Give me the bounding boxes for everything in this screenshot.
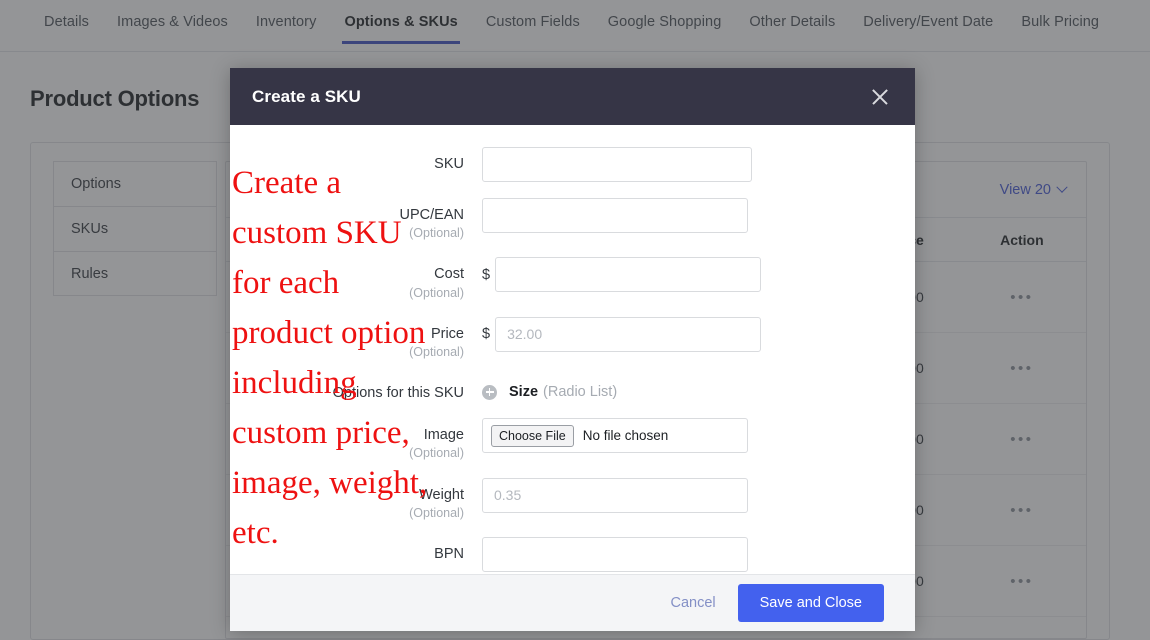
field-label-image: Image (Optional): [230, 418, 482, 461]
field-label-cost: Cost (Optional): [230, 257, 482, 300]
cancel-button[interactable]: Cancel: [670, 595, 715, 611]
bpn-input[interactable]: [482, 537, 748, 572]
label-text: Weight: [419, 486, 464, 503]
label-text: Price: [430, 325, 464, 342]
currency-symbol-icon: $: [482, 326, 491, 343]
close-icon[interactable]: [867, 84, 893, 110]
field-control-options-for-sku: Size (Radio List): [482, 376, 893, 401]
option-name: Size: [509, 384, 539, 401]
field-row-upc: UPC/EAN (Optional): [230, 198, 915, 241]
field-label-options-for-sku: Options for this SKU: [230, 376, 482, 402]
option-type: (Radio List): [543, 384, 618, 401]
label-optional: (Optional): [409, 505, 464, 520]
label-optional: (Optional): [409, 285, 464, 300]
upc-ean-input[interactable]: [482, 198, 748, 233]
label-optional: (Optional): [409, 226, 464, 241]
label-optional: (Optional): [409, 446, 464, 461]
field-control-upc: [482, 198, 893, 233]
save-and-close-button[interactable]: Save and Close: [737, 584, 884, 622]
label-text: SKU: [434, 156, 464, 172]
field-row-weight: Weight (Optional): [230, 477, 915, 521]
field-label-bpn: BPN: [230, 537, 482, 563]
label-text: Cost: [434, 266, 464, 283]
field-control-image: Choose File No file chosen: [482, 418, 893, 454]
field-control-sku: [482, 147, 893, 182]
field-row-cost: Cost (Optional) $: [230, 257, 915, 300]
label-optional: (Optional): [409, 344, 464, 359]
field-row-price: Price (Optional) $: [230, 316, 915, 360]
field-row-sku: SKU: [230, 147, 915, 182]
image-file-input[interactable]: Choose File No file chosen: [482, 418, 748, 454]
plus-circle-icon[interactable]: [482, 384, 497, 400]
field-control-weight: [482, 477, 893, 513]
label-text: BPN: [434, 546, 464, 562]
modal-footer: Cancel Save and Close: [230, 574, 915, 631]
field-control-cost: $: [482, 257, 893, 293]
field-row-image: Image (Optional) Choose File No file cho…: [230, 418, 915, 461]
price-input[interactable]: [495, 316, 762, 352]
modal-body: SKU UPC/EAN (Optional) Cost (Optional) $: [230, 125, 915, 574]
create-sku-modal: Create a SKU SKU UPC/EAN (Optional) Cost: [230, 68, 915, 631]
label-text: Image: [423, 427, 464, 444]
sku-input[interactable]: [482, 147, 752, 182]
cost-input[interactable]: [495, 257, 762, 293]
currency-symbol-icon: $: [482, 266, 491, 283]
choose-file-button[interactable]: Choose File: [491, 424, 574, 447]
file-status-text: No file chosen: [582, 428, 669, 444]
weight-input[interactable]: [482, 477, 748, 513]
field-control-bpn: [482, 537, 893, 572]
label-text: UPC/EAN: [399, 207, 464, 223]
field-row-options-for-sku: Options for this SKU Size (Radio List): [230, 376, 915, 402]
field-label-weight: Weight (Optional): [230, 478, 482, 521]
field-label-upc: UPC/EAN (Optional): [230, 198, 482, 241]
field-label-price: Price (Optional): [230, 317, 482, 360]
option-group-row: Size (Radio List): [482, 376, 617, 401]
label-text: Options for this SKU: [332, 385, 464, 402]
field-row-bpn: BPN: [230, 537, 915, 572]
modal-header: Create a SKU: [230, 68, 915, 125]
modal-title: Create a SKU: [252, 86, 361, 106]
field-control-price: $: [482, 316, 893, 352]
field-label-sku: SKU: [230, 147, 482, 173]
